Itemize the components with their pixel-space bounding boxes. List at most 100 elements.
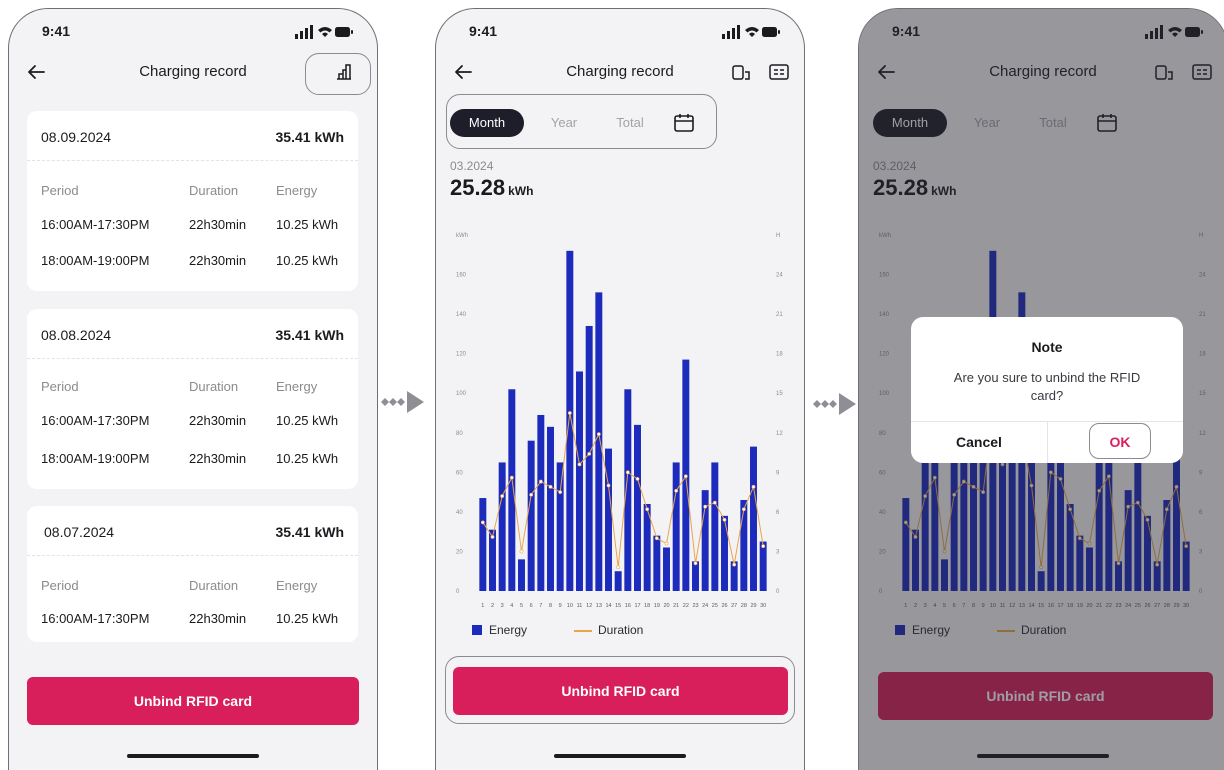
x-tick-label: 11 <box>577 603 583 609</box>
duration-point <box>761 544 766 549</box>
x-tick-label: 23 <box>692 603 698 609</box>
energy-bar <box>498 462 506 591</box>
left-tick-label: 160 <box>456 273 467 279</box>
right-tick-label: 12 <box>776 431 783 437</box>
unbind-rfid-button[interactable]: Unbind RFID card <box>27 677 359 725</box>
calendar-icon[interactable] <box>672 111 696 135</box>
tab-total[interactable]: Total <box>608 109 652 137</box>
record-table-header: Period Duration Energy <box>27 183 358 201</box>
duration-point <box>480 520 485 525</box>
row-period: 18:00AM-19:00PM <box>41 253 150 268</box>
right-axis-label: H <box>776 233 780 239</box>
record-date: 08.08.2024 <box>41 327 112 343</box>
record-card[interactable]: 08.09.2024 35.41 kWh Period Duration Ene… <box>27 111 358 291</box>
duration-point <box>635 477 640 481</box>
row-period: 16:00AM-17:30PM <box>41 217 150 232</box>
x-tick-label: 8 <box>549 603 552 609</box>
x-tick-label: 14 <box>605 603 611 609</box>
energy-bar <box>527 440 535 591</box>
energy-bar <box>518 559 525 591</box>
duration-point <box>558 490 563 495</box>
record-table-header: Period Duration Energy <box>27 578 358 596</box>
record-total: 35.41 kWh <box>275 524 344 540</box>
x-tick-label: 18 <box>644 603 650 609</box>
left-tick-label: 40 <box>456 510 463 516</box>
left-tick-label: 0 <box>456 589 460 595</box>
row-energy: 10.25 kWh <box>276 253 339 268</box>
record-card-header: 08.07.2024 35.41 kWh <box>27 506 358 556</box>
row-duration: 22h30min <box>189 217 247 232</box>
right-tick-label: 18 <box>776 352 783 358</box>
duration-point <box>616 565 621 570</box>
unbind-rfid-button[interactable]: Unbind RFID card <box>453 667 788 715</box>
energy-bar <box>537 414 545 591</box>
energy-bar <box>740 500 748 591</box>
duration-point <box>519 549 524 554</box>
x-tick-label: 1 <box>481 603 484 609</box>
nav-bar: Charging record <box>436 59 804 85</box>
status-icons <box>722 25 780 39</box>
energy-value: 25.28 <box>450 175 506 200</box>
duration-point <box>683 474 688 479</box>
cancel-button[interactable]: Cancel <box>911 421 1047 463</box>
tab-month[interactable]: Month <box>450 109 524 137</box>
right-tick-label: 6 <box>776 510 780 516</box>
chart-button-highlight <box>305 53 371 95</box>
x-tick-label: 29 <box>750 603 756 609</box>
x-tick-label: 26 <box>721 603 727 609</box>
record-list-icon[interactable] <box>768 61 790 83</box>
energy-legend-swatch <box>472 625 482 635</box>
duration-point <box>500 494 505 498</box>
x-tick-label: 9 <box>559 603 562 609</box>
ok-button[interactable]: OK <box>1089 423 1151 459</box>
x-tick-label: 10 <box>567 603 573 609</box>
energy-total: 25.28 kWh <box>450 175 533 201</box>
duration-point <box>567 411 572 415</box>
energy-bar <box>672 462 680 591</box>
duration-point <box>654 536 659 541</box>
row-duration: 22h30min <box>189 253 247 268</box>
record-row: 16:00AM-17:30PM 22h30min 10.25 kWh <box>27 611 358 629</box>
energy-bar <box>489 529 496 591</box>
duration-point <box>664 541 669 546</box>
x-tick-label: 25 <box>712 603 718 609</box>
x-tick-label: 5 <box>520 603 523 609</box>
row-duration: 22h30min <box>189 413 247 428</box>
dialog-title: Note <box>1031 339 1063 355</box>
duration-point <box>703 504 708 509</box>
duration-point <box>509 475 514 480</box>
duration-point <box>538 479 543 484</box>
left-axis-label: kWh <box>456 233 468 239</box>
duration-point <box>577 462 582 467</box>
right-tick-label: 21 <box>776 312 783 318</box>
duration-point <box>674 488 679 493</box>
device-icon[interactable] <box>730 61 752 83</box>
energy-bar <box>759 541 767 591</box>
energy-bar <box>711 462 719 591</box>
x-tick-label: 16 <box>625 603 631 609</box>
record-total: 35.41 kWh <box>275 327 344 343</box>
record-card[interactable]: 08.07.2024 35.41 kWh Period Duration Ene… <box>27 506 358 642</box>
x-tick-label: 12 <box>586 603 592 609</box>
x-tick-label: 28 <box>741 603 747 609</box>
right-tick-label: 24 <box>776 273 783 279</box>
record-row: 16:00AM-17:30PM 22h30min 10.25 kWh <box>27 217 358 235</box>
row-energy: 10.25 kWh <box>276 611 339 626</box>
record-card[interactable]: 08.08.2024 35.41 kWh Period Duration Ene… <box>27 309 358 489</box>
duration-header: Duration <box>189 183 239 198</box>
energy-legend-label: Energy <box>489 623 528 637</box>
home-indicator <box>127 754 259 758</box>
period-header: Period <box>41 578 79 593</box>
row-period: 16:00AM-17:30PM <box>41 611 150 626</box>
phone-screen-chart: 9:41 Charging record Month Year Total 03… <box>435 8 805 770</box>
x-tick-label: 13 <box>596 603 602 609</box>
duration-point <box>587 451 592 456</box>
duration-point <box>625 470 630 475</box>
energy-bar <box>653 535 661 591</box>
record-row: 18:00AM-19:00PM 22h30min 10.25 kWh <box>27 451 358 469</box>
right-tick-label: 15 <box>776 391 783 397</box>
x-tick-label: 7 <box>539 603 542 609</box>
tab-year[interactable]: Year <box>542 109 586 137</box>
flow-arrow-icon <box>381 391 424 413</box>
confirm-dialog: Note Are you sure to unbind the RFID car… <box>911 317 1183 463</box>
